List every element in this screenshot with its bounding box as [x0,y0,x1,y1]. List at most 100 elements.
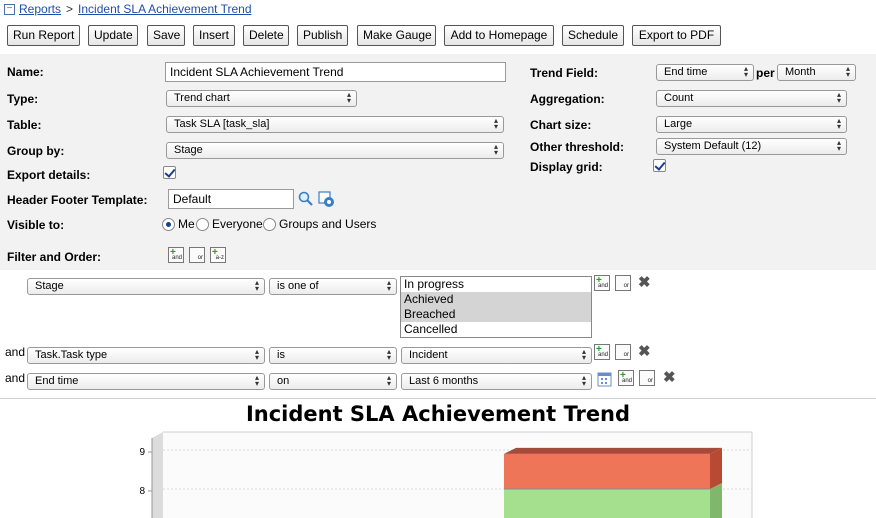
chart-side-wall [152,432,163,518]
list-option[interactable]: Breached [401,307,591,322]
list-option[interactable]: Achieved [401,292,591,307]
type-label: Type: [7,92,39,106]
visible-everyone-radio[interactable] [196,218,209,231]
per-select[interactable]: Month [777,64,856,81]
select-arrows-icon [837,117,841,130]
bar-achieved-side[interactable] [710,483,722,518]
visible-to-label: Visible to: [7,218,65,232]
and-text: and [597,352,608,358]
export-to-pdf-button[interactable]: Export to PDF [632,25,721,46]
trend-field-value: End time [664,66,708,78]
y-tick-label: 9 [139,447,145,458]
header-footer-template-input[interactable]: Default [168,189,294,209]
name-input[interactable]: Incident SLA Achievement Trend [165,62,506,82]
other-threshold-label: Other threshold: [530,140,625,154]
condition-operator-select[interactable]: is [269,347,397,364]
add-or-condition-icon[interactable]: or [615,275,631,291]
add-or-condition-icon[interactable]: or [615,344,631,360]
save-button[interactable]: Save [147,25,185,46]
table-label: Table: [7,118,42,132]
add-and-condition-icon[interactable]: + and [594,275,610,291]
condition-operator-select[interactable]: is one of [269,278,397,295]
condition-value-text: Incident [409,349,448,361]
schedule-button[interactable]: Schedule [562,25,624,46]
remove-condition-icon[interactable]: ✖ [663,370,676,385]
or-text: or [623,283,629,289]
condition-field-select[interactable]: End time [27,373,265,390]
condition-field-select[interactable]: Task.Task type [27,347,265,364]
per-select-value: Month [785,66,816,78]
visible-me-label: Me [178,217,195,231]
or-text: or [623,352,629,358]
and-text: and [621,378,632,384]
group-by-label: Group by: [7,144,65,158]
visible-me-radio[interactable] [162,218,175,231]
trend-field-label: Trend Field: [530,66,599,80]
select-arrows-icon [347,91,351,104]
or-text: or [197,255,203,261]
condition-value-select[interactable]: Last 6 months [401,373,592,390]
type-select-value: Trend chart [174,92,230,104]
condition-field-select[interactable]: Stage [27,278,265,295]
add-to-homepage-button[interactable]: Add to Homepage [444,25,554,46]
aggregation-label: Aggregation: [530,92,605,106]
select-arrows-icon [837,139,841,152]
update-button[interactable]: Update [88,25,138,46]
condition-operator-select[interactable]: on [269,373,397,390]
list-option[interactable]: In progress [401,277,591,292]
collapse-icon[interactable]: − [4,3,15,15]
group-by-select[interactable]: Stage [166,142,504,159]
aggregation-value: Count [664,92,694,104]
remove-condition-icon[interactable]: ✖ [638,275,651,290]
stage-multiselect-list[interactable]: In progress Achieved Breached Cancelled [400,276,592,338]
type-select[interactable]: Trend chart [166,90,357,107]
calendar-icon[interactable] [597,372,612,387]
list-option[interactable]: Cancelled [401,322,591,337]
trend-field-select[interactable]: End time [656,64,754,81]
report-form-panel [0,54,876,270]
trend-chart: 98 [139,431,753,518]
condition-value-select[interactable]: Incident [401,347,592,364]
per-label: per [756,66,775,80]
condition-field-value: Stage [35,280,64,292]
condition-operator-value: is [277,349,285,361]
select-arrows-icon [387,348,391,361]
condition-field-value: End time [35,375,79,387]
add-and-condition-icon[interactable]: + and [168,247,184,263]
bar-breached-side[interactable] [710,447,722,489]
bar-breached-top[interactable] [504,447,722,454]
table-select-value: Task SLA [task_sla] [174,118,270,130]
section-divider [0,398,876,399]
make-gauge-button[interactable]: Make Gauge [357,25,436,46]
group-by-select-value: Stage [174,144,203,156]
breadcrumb-current-link[interactable]: Incident SLA Achievement Trend [78,2,251,16]
add-or-condition-icon[interactable]: or [189,247,205,263]
insert-button[interactable]: Insert [193,25,235,46]
export-details-checkbox[interactable] [163,166,176,179]
add-and-condition-icon[interactable]: + and [594,344,610,360]
and-connector-label: and [5,345,26,359]
select-arrows-icon [582,374,586,387]
table-select[interactable]: Task SLA [task_sla] [166,116,504,133]
publish-button[interactable]: Publish [297,25,348,46]
visible-groups-radio[interactable] [263,218,276,231]
select-arrows-icon [846,65,850,78]
condition-field-value: Task.Task type [35,349,108,361]
breadcrumb-reports-link[interactable]: Reports [19,2,61,16]
remove-condition-icon[interactable]: ✖ [638,344,651,359]
search-icon[interactable] [298,191,314,207]
other-threshold-select[interactable]: System Default (12) [656,138,847,155]
add-or-condition-icon[interactable]: or [639,370,655,386]
run-report-button[interactable]: Run Report [7,25,80,46]
select-arrows-icon [387,374,391,387]
chart-size-select[interactable]: Large [656,116,847,133]
add-sort-icon[interactable]: + a-z [210,247,226,263]
bar-breached[interactable] [504,453,710,489]
aggregation-select[interactable]: Count [656,90,847,107]
delete-button[interactable]: Delete [243,25,289,46]
bar-achieved[interactable] [504,489,710,518]
display-grid-checkbox[interactable] [653,159,666,172]
other-threshold-value: System Default (12) [664,140,762,152]
add-and-condition-icon[interactable]: + and [618,370,634,386]
template-info-icon[interactable] [318,191,335,208]
